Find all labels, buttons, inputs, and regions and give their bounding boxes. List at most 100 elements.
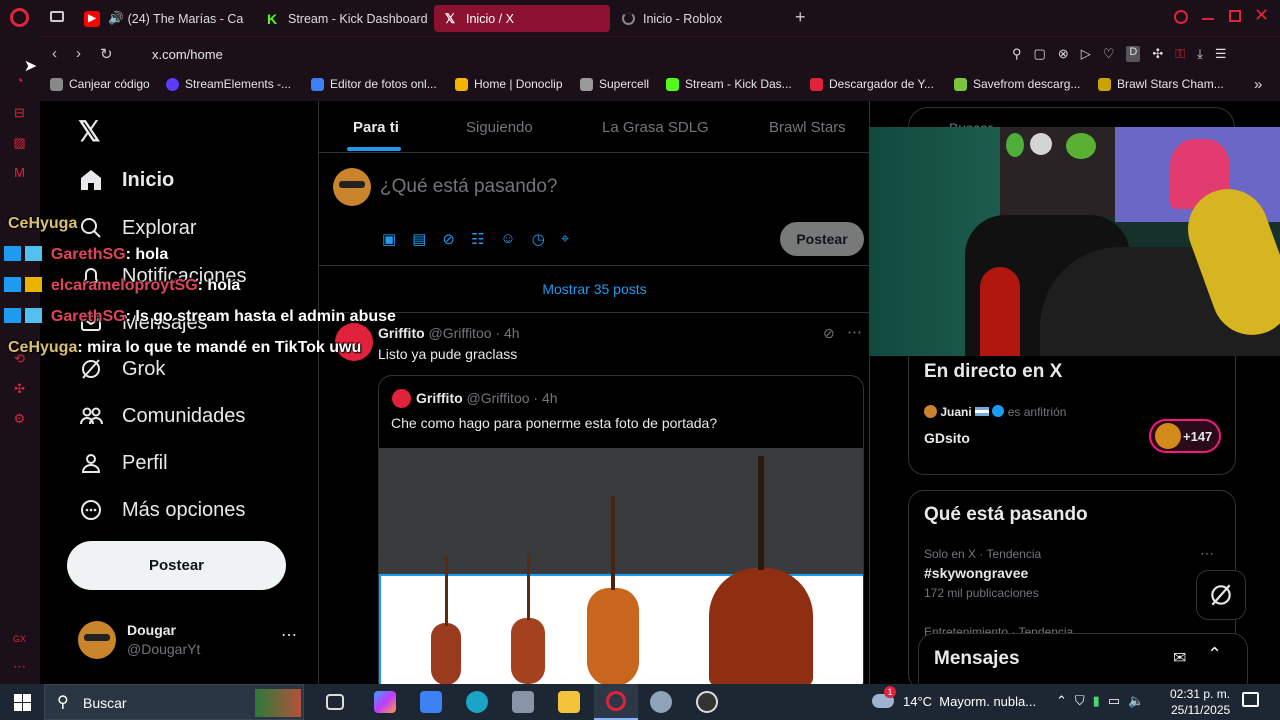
sidebar-item-comunidades[interactable]: Comunidades	[78, 403, 245, 429]
x-logo-icon[interactable]: 𝕏	[78, 115, 101, 148]
schedule-icon[interactable]: ◷	[532, 230, 545, 248]
bookmark-item[interactable]: Stream - Kick Das...	[666, 77, 792, 91]
bookmark-item[interactable]: Supercell	[580, 77, 649, 91]
sidebar-item-perfil[interactable]: Perfil	[78, 450, 168, 476]
image-icon[interactable]: ▣	[382, 230, 396, 248]
close-window-icon[interactable]: ✕	[1254, 5, 1269, 26]
forward-icon[interactable]: ›	[76, 45, 81, 62]
new-tab-icon[interactable]: +	[795, 7, 806, 28]
weather-text[interactable]: 14°C Mayorm. nubla...	[903, 694, 1036, 709]
post[interactable]: Griffito @Griffitoo · 4h ⊘ ⋯ Listo ya pu…	[319, 313, 870, 695]
profile-icon[interactable]: D	[1126, 46, 1141, 62]
opera-logo-icon[interactable]	[10, 8, 29, 27]
emoji-icon[interactable]: ☺	[500, 230, 515, 248]
composer-post-button[interactable]: Postear	[780, 222, 864, 256]
back-icon[interactable]: ‹	[52, 45, 57, 62]
poll-icon[interactable]: ☷	[471, 230, 484, 248]
bag-icon[interactable]: ⊟	[11, 104, 28, 121]
sidebar-item-inicio[interactable]: Inicio	[78, 167, 174, 193]
bookmark-item[interactable]: Home | Donoclip	[455, 77, 563, 91]
menu-icon[interactable]: ☰	[1215, 46, 1227, 62]
grok-icon[interactable]: ⊘	[442, 230, 455, 248]
notifications-icon[interactable]	[1242, 692, 1259, 707]
clock-time[interactable]: 02:31 p. m.	[1170, 687, 1230, 701]
minimize-icon[interactable]	[1202, 18, 1214, 20]
tab-brawl-stars[interactable]: Brawl Stars	[769, 119, 846, 136]
settings-icon[interactable]: ⚙	[11, 410, 28, 427]
tab-siguiendo[interactable]: Siguiendo	[466, 119, 533, 136]
chevron-up-icon[interactable]: ⌃	[1056, 693, 1067, 709]
bookmark-item[interactable]: Canjear código	[50, 77, 150, 91]
messages-drawer[interactable]: Mensajes ✉ ⌃	[918, 633, 1248, 685]
more-icon[interactable]: ⋯	[847, 323, 862, 341]
obs-icon[interactable]	[696, 691, 718, 713]
network-icon[interactable]: ▭	[1108, 693, 1120, 709]
windows-start-icon[interactable]	[14, 694, 31, 711]
location-icon[interactable]: ⌖	[561, 230, 569, 248]
bookmark-item[interactable]: Descargador de Y...	[810, 77, 934, 91]
bookmark-item[interactable]: Editor de fotos onl...	[311, 77, 437, 91]
bookmark-item[interactable]: StreamElements -...	[166, 77, 291, 91]
sidebar-item-grok[interactable]: Grok	[78, 356, 165, 382]
app-icon[interactable]	[650, 691, 672, 713]
player-icon[interactable]: ▷	[1081, 46, 1091, 62]
copilot-icon[interactable]	[374, 691, 396, 713]
security-icon[interactable]: ⛉	[1075, 693, 1085, 709]
reload-icon[interactable]: ↻	[100, 45, 113, 63]
more-bookmarks-icon[interactable]: »	[1254, 76, 1262, 93]
battery-icon[interactable]: ▮	[1093, 693, 1100, 709]
maximize-icon[interactable]	[1229, 10, 1241, 22]
speaker-icon[interactable]: 🔊	[108, 11, 124, 26]
adblock-icon[interactable]: ⊗	[1058, 46, 1069, 62]
gmail-icon[interactable]: M	[11, 164, 28, 181]
more-icon[interactable]: ⋯	[11, 658, 28, 675]
new-message-icon[interactable]: ✉	[1173, 648, 1186, 668]
listeners-badge[interactable]: +147	[1149, 419, 1221, 453]
show-posts-link[interactable]: Mostrar 35 posts	[319, 281, 870, 297]
edge-icon[interactable]	[466, 691, 488, 713]
gif-icon[interactable]: ▤	[412, 230, 426, 248]
pin-icon[interactable]: ⚲	[1012, 46, 1022, 62]
more-icon[interactable]: ⋯	[281, 625, 297, 645]
tab-roblox[interactable]: Inicio - Roblox	[614, 5, 784, 32]
download-icon[interactable]: ⤓	[1197, 46, 1203, 62]
search-tabs-icon[interactable]	[1174, 10, 1188, 24]
media-icon[interactable]: ▨	[11, 134, 28, 151]
post-button[interactable]: Postear	[67, 541, 286, 590]
aria-icon[interactable]: ◔	[11, 72, 28, 89]
trend-item[interactable]: Solo en X · Tendencia #skywongravee 172 …	[924, 545, 1224, 600]
extensions-icon[interactable]: ✣	[1152, 46, 1163, 62]
bookmark-item[interactable]: Savefrom descarg...	[954, 77, 1080, 91]
bookmark-item[interactable]: Brawl Stars Cham...	[1098, 77, 1224, 91]
account-switcher[interactable]: Dougar @DougarYt ⋯	[76, 619, 306, 663]
heart-icon[interactable]: ♡	[1103, 46, 1115, 62]
gx-icon[interactable]: GX	[11, 631, 28, 648]
opera-gx-taskbar-icon[interactable]	[594, 684, 638, 720]
tab-para-ti[interactable]: Para ti	[353, 119, 399, 136]
quoted-post[interactable]: Griffito @Griffitoo · 4h Che como hago p…	[378, 375, 864, 695]
clock-date[interactable]: 25/11/2025	[1171, 703, 1230, 717]
volume-icon[interactable]: 🔈	[1128, 693, 1144, 709]
composer-input[interactable]: ¿Qué está pasando?	[380, 176, 557, 198]
tab-youtube[interactable]: ▶ 🔊 (24) The Marías - Car	[76, 5, 244, 32]
grok-icon[interactable]: ⊘	[823, 325, 835, 342]
task-view-icon[interactable]	[326, 694, 344, 710]
sidebar-item-explorar[interactable]: Explorar	[78, 215, 196, 241]
url-field[interactable]: x.com/home	[152, 47, 223, 62]
more-icon[interactable]: ⋯	[1200, 545, 1214, 562]
expand-icon[interactable]: ⌃	[1207, 644, 1222, 665]
sidebar-item-mas-opciones[interactable]: Más opciones	[78, 497, 245, 523]
tab-la-grasa[interactable]: La Grasa SDLG	[602, 119, 709, 136]
extensions-icon[interactable]: ✣	[11, 380, 28, 397]
file-explorer-icon[interactable]	[558, 691, 580, 713]
tab-x-active[interactable]: 𝕏 Inicio / X	[434, 5, 610, 32]
screenshot-icon[interactable]: ▢	[1034, 46, 1046, 62]
grok-floating-button[interactable]	[1196, 570, 1246, 620]
store-icon[interactable]	[420, 691, 442, 713]
tab-snap-icon[interactable]	[50, 11, 64, 22]
mic-app-icon[interactable]	[512, 691, 534, 713]
vpn-icon[interactable]: ⚿	[1175, 46, 1185, 62]
tab-kick[interactable]: K Stream - Kick Dashboard	[256, 5, 428, 32]
taskbar-search[interactable]: ⚲ Buscar	[44, 684, 304, 720]
violin-small-1	[431, 623, 461, 685]
